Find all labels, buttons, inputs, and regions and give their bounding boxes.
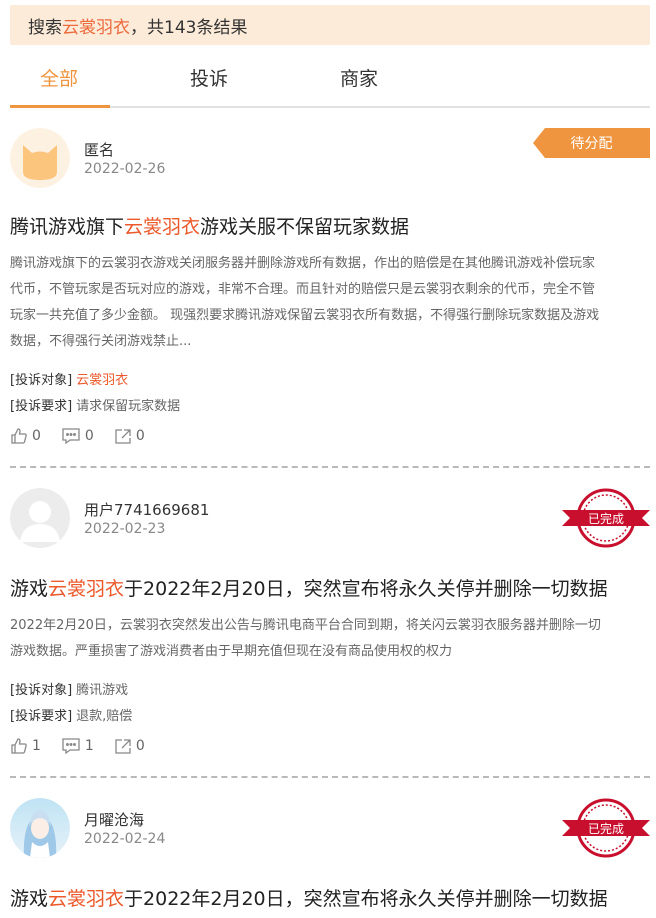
complaint-target: [投诉对象] 腾讯游戏 [10,679,128,698]
comment-count: 0 [84,428,94,444]
complaint-card[interactable]: 用户7741669681 2022-02-23 已完成 游戏云裳羽衣于2022年… [10,488,650,768]
complaint-title[interactable]: 游戏云裳羽衣于2022年2月20日，突然宣布将永久关停并删除一切数据 [10,574,608,601]
status-badge: 已完成 [588,511,624,526]
complaint-title[interactable]: 腾讯游戏旗下云裳羽衣游戏关服不保留玩家数据 [10,212,409,239]
action-row: 1 1 0 [10,737,165,755]
title-text: 游戏关服不保留玩家数据 [200,216,410,238]
thumbs-up-icon [11,428,27,444]
request-value: 退款,赔偿 [76,709,133,724]
complaint-title[interactable]: 游戏云裳羽衣于2022年2月20日，突然宣布将永久关停并删除一切数据 [10,884,608,911]
title-text: 于2022年2月20日，突然宣布将永久关停并删除一切数据 [124,578,608,600]
title-text: 于2022年2月20日，突然宣布将永久关停并删除一切数据 [124,888,608,910]
cat-avatar-icon[interactable] [10,128,70,188]
meta-label: [投诉对象] [10,373,73,388]
title-text: 游戏 [10,578,49,600]
active-tab-indicator [10,105,110,108]
complaint-request: [投诉要求] 请求保留玩家数据 [10,395,180,414]
target-value[interactable]: 腾讯游戏 [76,683,128,698]
complaint-card[interactable]: 月曜沧海 2022-02-24 已完成 游戏云裳羽衣于2022年2月20日，突然… [10,798,650,918]
comment-button[interactable]: 1 [61,737,94,755]
tab-all[interactable]: 全部 [40,64,78,91]
complaint-card[interactable]: 匿名 2022-02-26 待分配 腾讯游戏旗下云裳羽衣游戏关服不保留玩家数据 … [10,128,650,458]
description-line: 数据，不得强行关闭游戏禁止... [10,334,192,349]
username[interactable]: 匿名 [84,139,114,160]
description-line: 腾讯游戏旗下的云裳羽衣游戏关闭服务器并删除游戏所有数据，作出的赔偿是在其他腾讯游… [10,256,596,271]
username[interactable]: 月曜沧海 [84,809,144,830]
meta-label: [投诉要求] [10,399,73,414]
card-divider [10,776,650,778]
meta-label: [投诉要求] [10,709,73,724]
comment-icon [62,428,80,445]
complaint-request: [投诉要求] 退款,赔偿 [10,705,132,724]
username[interactable]: 用户7741669681 [84,499,209,520]
post-date: 2022-02-26 [84,161,166,177]
status-badge: 已完成 [588,821,624,836]
comment-button[interactable]: 0 [61,427,94,445]
search-result-summary: 搜索 云裳羽衣 ，共143条结果 [10,5,650,45]
completed-stamp: 已完成 [562,798,650,858]
request-value: 请求保留玩家数据 [76,399,181,414]
post-date: 2022-02-24 [84,831,166,847]
share-icon [115,739,131,754]
search-keyword: 云裳羽衣 [62,17,130,38]
like-button[interactable]: 0 [10,427,41,445]
comment-count: 1 [84,738,94,754]
share-count: 0 [135,738,145,754]
share-count: 0 [135,428,145,444]
target-link[interactable]: 云裳羽衣 [76,373,128,388]
title-keyword: 云裳羽衣 [124,216,201,238]
filter-tabs: 全部 投诉 商家 [10,50,650,108]
title-text: 游戏 [10,888,49,910]
status-badge: 待分配 [533,128,650,158]
share-button[interactable]: 0 [114,737,145,755]
description-line: 代币，不管玩家是否玩对应的游戏，非常不合理。而且针对的赔偿只是云裳羽衣剩余的代币… [10,282,596,297]
default-user-avatar-icon[interactable] [10,488,70,548]
comment-icon [62,738,80,755]
share-icon [115,429,131,444]
description-line: 2022年2月20日，云裳羽衣突然发出公告与腾讯电商平台合同到期，将关闪云裳羽衣… [10,618,601,633]
description-line: 玩家一共充值了多少金额。 现强烈要求腾讯游戏保留云裳羽衣所有数据，不得强行删除玩… [10,308,600,323]
like-button[interactable]: 1 [10,737,41,755]
tab-complaints[interactable]: 投诉 [190,64,228,91]
complaint-description: 腾讯游戏旗下的云裳羽衣游戏关闭服务器并删除游戏所有数据，作出的赔偿是在其他腾讯游… [10,251,650,355]
meta-label: [投诉对象] [10,683,73,698]
complaint-description: 2022年2月20日，云裳羽衣突然发出公告与腾讯电商平台合同到期，将关闪云裳羽衣… [10,613,650,665]
share-button[interactable]: 0 [114,427,145,445]
title-text: 腾讯游戏旗下 [10,216,125,238]
like-count: 0 [32,428,41,444]
tab-merchants[interactable]: 商家 [340,64,378,91]
card-divider [10,466,650,468]
description-line: 游戏数据。严重损害了游戏消费者由于早期充值但现在没有商品使用权的权力 [10,644,453,659]
search-count: ，共143条结果 [130,17,248,38]
title-keyword: 云裳羽衣 [48,578,125,600]
title-keyword: 云裳羽衣 [48,888,125,910]
action-row: 0 0 0 [10,427,165,445]
complaint-target: [投诉对象] 云裳羽衣 [10,369,128,388]
thumbs-up-icon [11,738,27,754]
search-prefix: 搜索 [28,17,62,38]
like-count: 1 [32,738,41,754]
anime-girl-avatar-icon[interactable] [10,798,70,858]
post-date: 2022-02-23 [84,521,166,537]
completed-stamp: 已完成 [562,488,650,548]
